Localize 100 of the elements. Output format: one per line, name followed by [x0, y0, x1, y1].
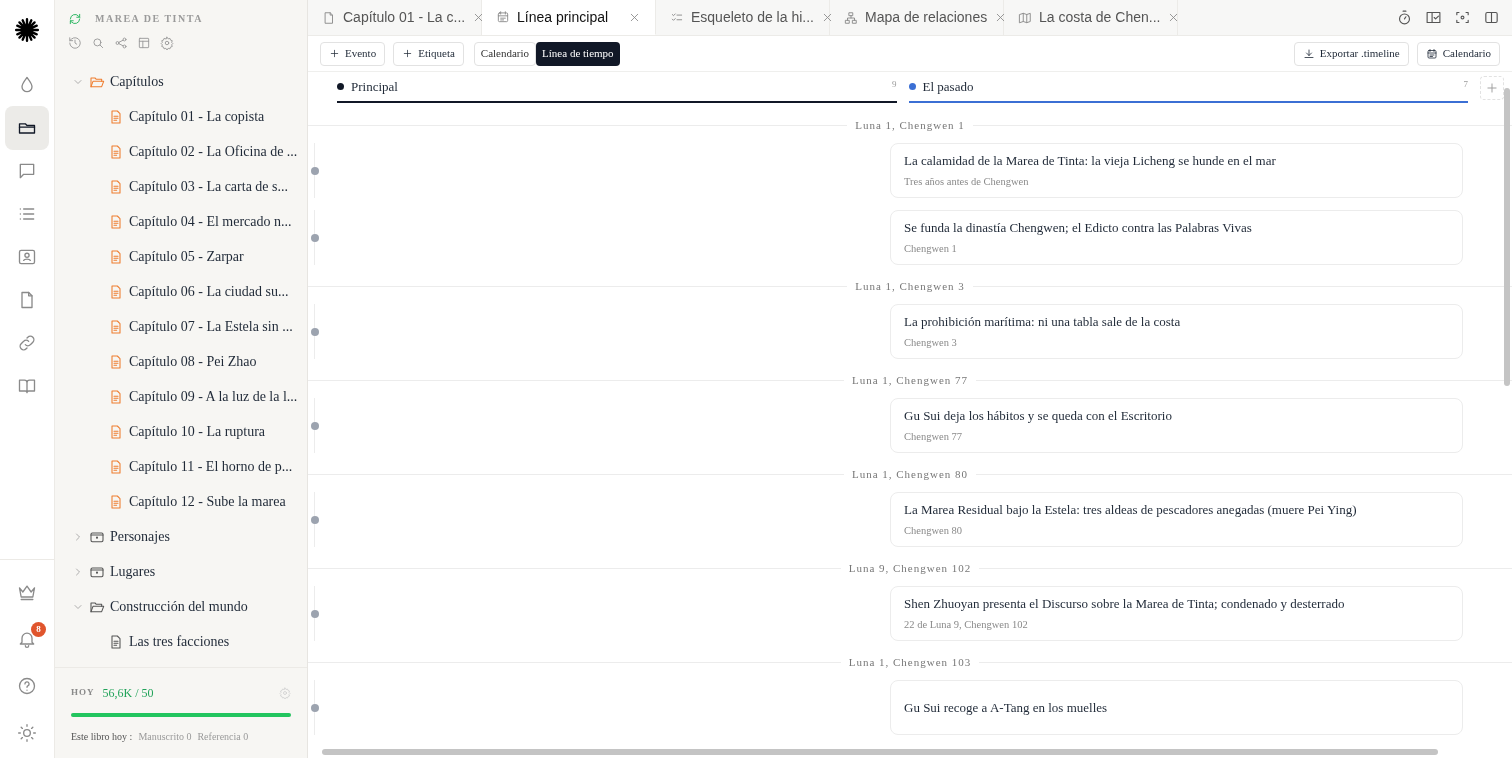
vertical-scrollbar[interactable]	[1504, 88, 1510, 386]
link-icon	[17, 333, 37, 353]
today-label: HOY	[71, 686, 95, 700]
calendar-button[interactable]: Calendario	[1416, 41, 1500, 66]
history-icon[interactable]	[68, 36, 82, 50]
file-item[interactable]: Capítulo 10 - La ruptura	[72, 414, 307, 449]
date-header: Luna 9, Chengwen 102	[847, 560, 973, 576]
file-item[interactable]: Capítulo 02 - La Oficina de ...	[72, 134, 307, 169]
close-icon[interactable]	[821, 11, 834, 24]
editor-tab[interactable]: Mapa de relaciones	[830, 0, 1004, 35]
file-item[interactable]: Capítulo 12 - Sube la marea	[72, 484, 307, 519]
chapter-document-icon	[108, 178, 124, 195]
event-card[interactable]: La prohibición marítima: ni una tabla sale de la costa Chengwen 3	[890, 304, 1463, 359]
split-view-icon[interactable]	[1483, 9, 1500, 26]
file-item[interactable]: Capítulo 03 - La carta de s...	[72, 169, 307, 204]
event-date: Chengwen 3	[904, 336, 958, 351]
file-item[interactable]: Capítulo 08 - Pei Zhao	[72, 344, 307, 379]
timer-icon[interactable]	[1396, 9, 1413, 26]
event-card[interactable]: Gu Sui recoge a A-Tang en los muelles	[890, 680, 1463, 735]
lane-header[interactable]: Principal 9	[337, 72, 897, 103]
file-item[interactable]: Capítulo 11 - El horno de p...	[72, 449, 307, 484]
plus-icon	[402, 48, 414, 59]
document-icon	[108, 633, 124, 650]
word-count: 56,6K / 50	[102, 685, 154, 702]
file-item[interactable]: Capítulo 04 - El mercado n...	[72, 204, 307, 239]
editor-tab[interactable]: La costa de Chen...	[1004, 0, 1178, 35]
logo-icon[interactable]	[14, 17, 40, 43]
search-icon[interactable]	[91, 36, 105, 50]
add-button[interactable]: Evento	[320, 41, 386, 66]
hierarchy-icon	[844, 10, 858, 25]
folder-item[interactable]: Personajes	[72, 519, 307, 554]
document-icon	[322, 10, 336, 25]
event-card[interactable]: Shen Zhuoyan presenta el Discurso sobre la Marea de Tinta; condenado y desterrado 22 de Luna 9, Chengwen 102	[890, 586, 1463, 641]
reference-count: Referencia 0	[197, 730, 249, 744]
event-date: Chengwen 77	[904, 430, 964, 445]
chapter-document-icon	[108, 283, 124, 300]
event-date: 22 de Luna 9, Chengwen 102	[904, 618, 1029, 633]
lane-count: 7	[1463, 78, 1468, 91]
contact-card-icon	[17, 247, 37, 267]
file-item[interactable]: Capítulo 09 - A la luz de la l...	[72, 379, 307, 414]
chapter-document-icon	[108, 353, 124, 370]
event-title: La calamidad de la Marea de Tinta: la vieja Licheng se hunde en el mar	[904, 151, 1277, 170]
chapter-document-icon	[108, 423, 124, 440]
file-item[interactable]: Las tres facciones	[72, 624, 307, 659]
editor-tab[interactable]: Línea principal	[482, 0, 656, 35]
date-header: Luna 1, Chengwen 103	[847, 654, 973, 670]
event-title: La prohibición marítima: ni una tabla sale de la costa	[904, 312, 1182, 331]
folder-item[interactable]: Capítulos	[72, 64, 307, 99]
lane-header[interactable]: El pasado 7	[908, 72, 1468, 103]
chapter-document-icon	[108, 458, 124, 475]
map-icon	[1018, 10, 1032, 25]
file-item[interactable]: Capítulo 06 - La ciudad su...	[72, 274, 307, 309]
folder-item[interactable]: Construcción del mundo	[72, 589, 307, 624]
chapter-document-icon	[108, 213, 124, 230]
editor-tab[interactable]: Esqueleto de la hi...	[656, 0, 830, 35]
event-card[interactable]: Gu Sui deja los hábitos y se queda con el Escritorio Chengwen 77	[890, 398, 1463, 453]
event-card[interactable]: La calamidad de la Marea de Tinta: la vieja Licheng se hunde en el mar Tres años antes de Chengwen	[890, 143, 1463, 198]
manuscript-count: Manuscrito 0	[138, 730, 192, 744]
chapter-document-icon	[108, 143, 124, 160]
add-button[interactable]: Etiqueta	[393, 41, 464, 66]
event-title: Gu Sui recoge a A-Tang en los muelles	[904, 698, 1109, 717]
settings-icon[interactable]	[160, 36, 174, 50]
lane-name: El pasado	[922, 77, 975, 96]
plus-icon	[1485, 81, 1499, 95]
event-title: Gu Sui deja los hábitos y se queda con el Escritorio	[904, 406, 1173, 425]
sync-icon[interactable]	[68, 11, 82, 26]
event-card[interactable]: La Marea Residual bajo la Estela: tres aldeas de pescadores anegadas (muere Pei Ying) Chengwen 80	[890, 492, 1463, 547]
project-title: MAREA DE TINTA	[95, 12, 203, 26]
date-header: Luna 1, Chengwen 80	[850, 466, 970, 482]
view-toggle[interactable]: Calendario	[473, 41, 537, 66]
event-date: Chengwen 1	[904, 242, 958, 257]
folder-item[interactable]: Lugares	[72, 554, 307, 589]
chat-bubble-icon	[17, 161, 37, 181]
calendar-icon	[496, 10, 510, 24]
book-today-label: Este libro hoy :	[71, 730, 133, 744]
focus-icon[interactable]	[1454, 9, 1471, 26]
event-date: Chengwen 80	[904, 524, 964, 539]
chapter-document-icon	[108, 248, 124, 265]
event-title: La Marea Residual bajo la Estela: tres aldeas de pescadores anegadas (muere Pei Ying)	[904, 500, 1358, 519]
share-icon[interactable]	[114, 36, 128, 50]
download-icon	[1302, 47, 1315, 60]
book-check-icon[interactable]	[1425, 9, 1442, 26]
chapter-document-icon	[108, 318, 124, 335]
sun-icon	[17, 723, 37, 743]
chapter-document-icon	[108, 388, 124, 405]
date-header: Luna 1, Chengwen 1	[854, 117, 966, 133]
file-item[interactable]: Capítulo 07 - La Estela sin ...	[72, 309, 307, 344]
export-button[interactable]: Exportar .timeline	[1293, 41, 1409, 66]
file-item[interactable]: Capítulo 05 - Zarpar	[72, 239, 307, 274]
event-title: Shen Zhuoyan presenta el Discurso sobre la Marea de Tinta; condenado y desterrado	[904, 594, 1346, 613]
horizontal-scrollbar[interactable]	[322, 749, 1438, 755]
plus-icon	[329, 48, 340, 59]
layout-icon[interactable]	[137, 36, 151, 50]
rail-button[interactable]	[5, 106, 49, 150]
file-item[interactable]: Capítulo 01 - La copista	[72, 99, 307, 134]
help-icon	[17, 676, 37, 696]
event-title: Se funda la dinastía Chengwen; el Edicto contra las Palabras Vivas	[904, 218, 1253, 237]
event-card[interactable]: Se funda la dinastía Chengwen; el Edicto contra las Palabras Vivas Chengwen 1	[890, 210, 1463, 265]
view-toggle[interactable]: Línea de tiempo	[536, 41, 620, 66]
calendar-icon	[1425, 47, 1438, 60]
